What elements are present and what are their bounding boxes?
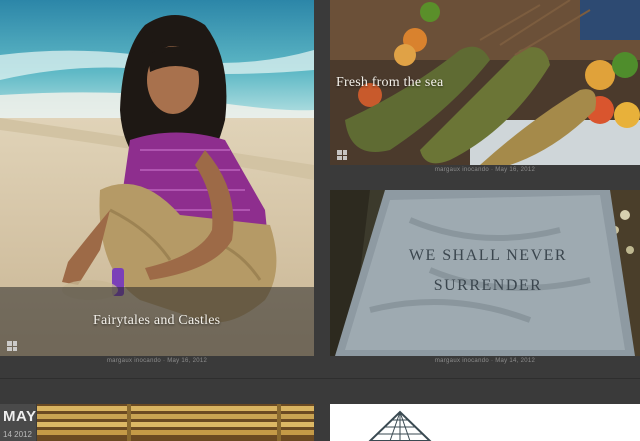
post-tile-fresh-from-sea[interactable]: Fresh from the sea — [330, 0, 640, 165]
post-tile-bamboo[interactable] — [37, 404, 314, 441]
post-tile-fairytales[interactable]: Fairytales and Castles — [0, 0, 314, 356]
row-divider — [0, 378, 640, 379]
date-day: 14 2012 — [3, 430, 32, 439]
post-tile-never-surrender[interactable]: WE SHALL NEVER SURRENDER — [330, 190, 640, 356]
stone-photo: WE SHALL NEVER SURRENDER — [330, 190, 640, 356]
post-title[interactable]: Fresh from the sea — [336, 75, 443, 91]
post-meta: margaux inocando · May 16, 2012 — [434, 167, 536, 173]
date-month: MAY — [3, 408, 37, 425]
stone-line-1: WE SHALL NEVER — [409, 247, 567, 264]
post-meta: margaux inocando · May 14, 2012 — [434, 358, 536, 364]
bamboo-photo — [37, 404, 314, 441]
post-meta: margaux inocando · May 16, 2012 — [106, 358, 208, 364]
post-tile-pyramid[interactable] — [330, 404, 640, 441]
pyramid-photo — [330, 404, 640, 441]
date-badge: MAY 14 2012 — [0, 404, 36, 441]
gallery-icon[interactable] — [337, 150, 347, 160]
stone-line-2: SURRENDER — [434, 277, 543, 294]
post-title[interactable]: Fairytales and Castles — [93, 313, 220, 329]
gallery-icon[interactable] — [7, 341, 17, 351]
